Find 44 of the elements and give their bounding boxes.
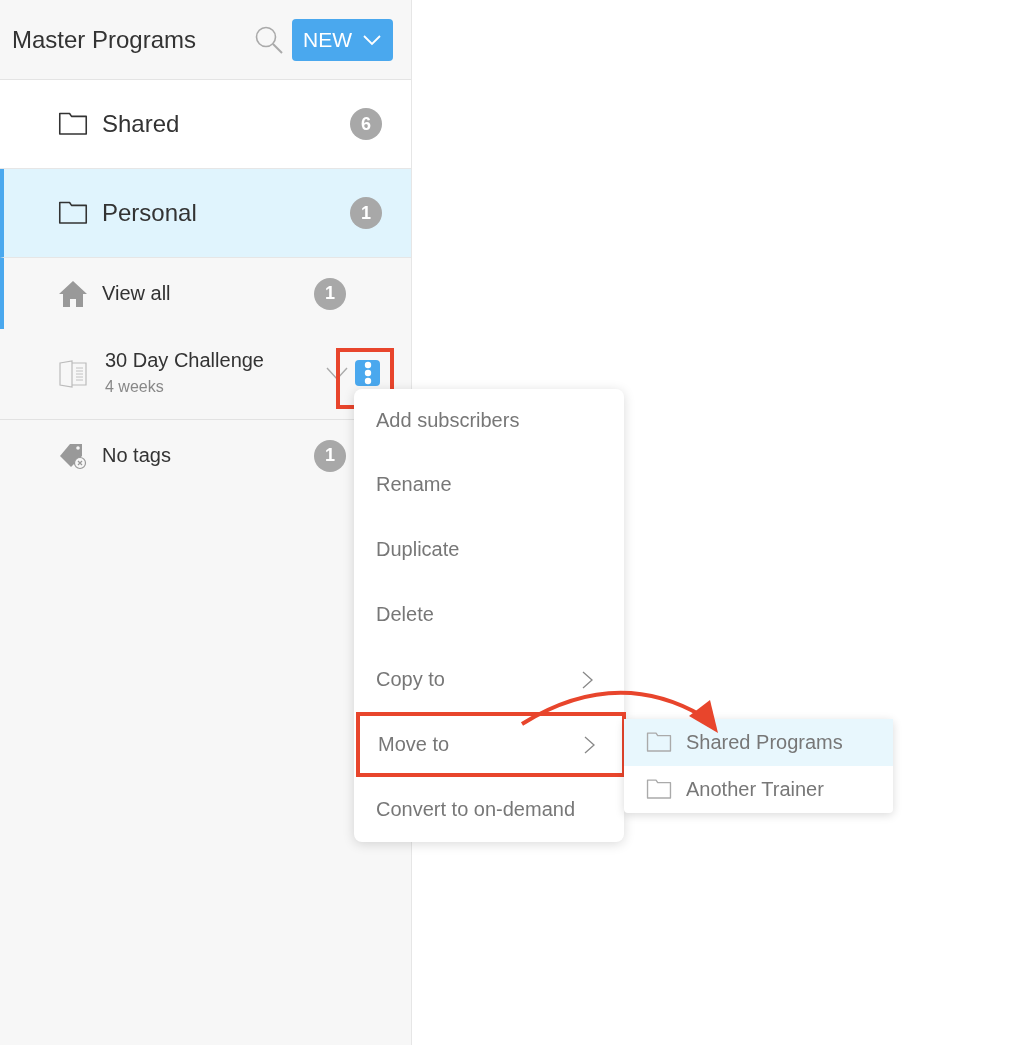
chevron-right-icon	[584, 735, 596, 754]
menu-item[interactable]: Move to	[356, 712, 626, 777]
menu-item[interactable]: Duplicate	[354, 517, 624, 582]
menu-item-label: Copy to	[376, 668, 446, 691]
menu-item[interactable]: Delete	[354, 582, 624, 647]
chevron-right-icon	[582, 670, 594, 689]
folder-item[interactable]: Personal 1	[0, 169, 411, 258]
menu-item[interactable]: Rename	[354, 452, 624, 517]
submenu-item[interactable]: Shared Programs	[624, 719, 893, 766]
item-label: View all	[102, 282, 172, 305]
home-icon	[58, 279, 88, 308]
page-title: Master Programs	[12, 25, 198, 54]
search-icon	[254, 24, 284, 55]
chevron-down-icon	[326, 367, 348, 381]
menu-item-label: Duplicate	[376, 538, 461, 561]
folder-name: Personal	[102, 199, 198, 227]
menu-item[interactable]: Copy to	[354, 647, 624, 712]
count-badge: 1	[314, 277, 346, 310]
new-button[interactable]: NEW	[292, 18, 393, 61]
program-duration: 4 weeks	[105, 377, 165, 396]
folder-icon	[646, 778, 672, 801]
submenu-item[interactable]: Another Trainer	[624, 766, 893, 813]
menu-item-label: Convert to on-demand	[376, 798, 576, 821]
menu-item-label: Rename	[376, 473, 453, 496]
folder-icon	[646, 731, 672, 754]
menu-item[interactable]: Convert to on-demand	[354, 777, 624, 842]
count-badge: 6	[350, 108, 382, 140]
folder-icon	[58, 200, 88, 226]
menu-item-label: Delete	[376, 603, 435, 626]
more-button[interactable]	[355, 360, 380, 386]
submenu-item-label: Shared Programs	[686, 731, 844, 754]
count-badge: 1	[350, 197, 382, 229]
list-item[interactable]: View all 1	[0, 258, 411, 329]
submenu-item-label: Another Trainer	[686, 778, 825, 801]
menu-item-label: Move to	[378, 733, 451, 756]
item-label: No tags	[102, 444, 172, 467]
book-icon	[58, 359, 88, 389]
more-icon	[363, 361, 372, 385]
chevron-down-icon	[362, 33, 382, 46]
folder-name: Shared	[102, 110, 181, 138]
program-title: 30 Day Challenge	[105, 348, 265, 372]
folder-icon	[58, 111, 88, 137]
folder-item[interactable]: Shared 6	[0, 80, 411, 169]
count-badge: 1	[314, 439, 346, 472]
